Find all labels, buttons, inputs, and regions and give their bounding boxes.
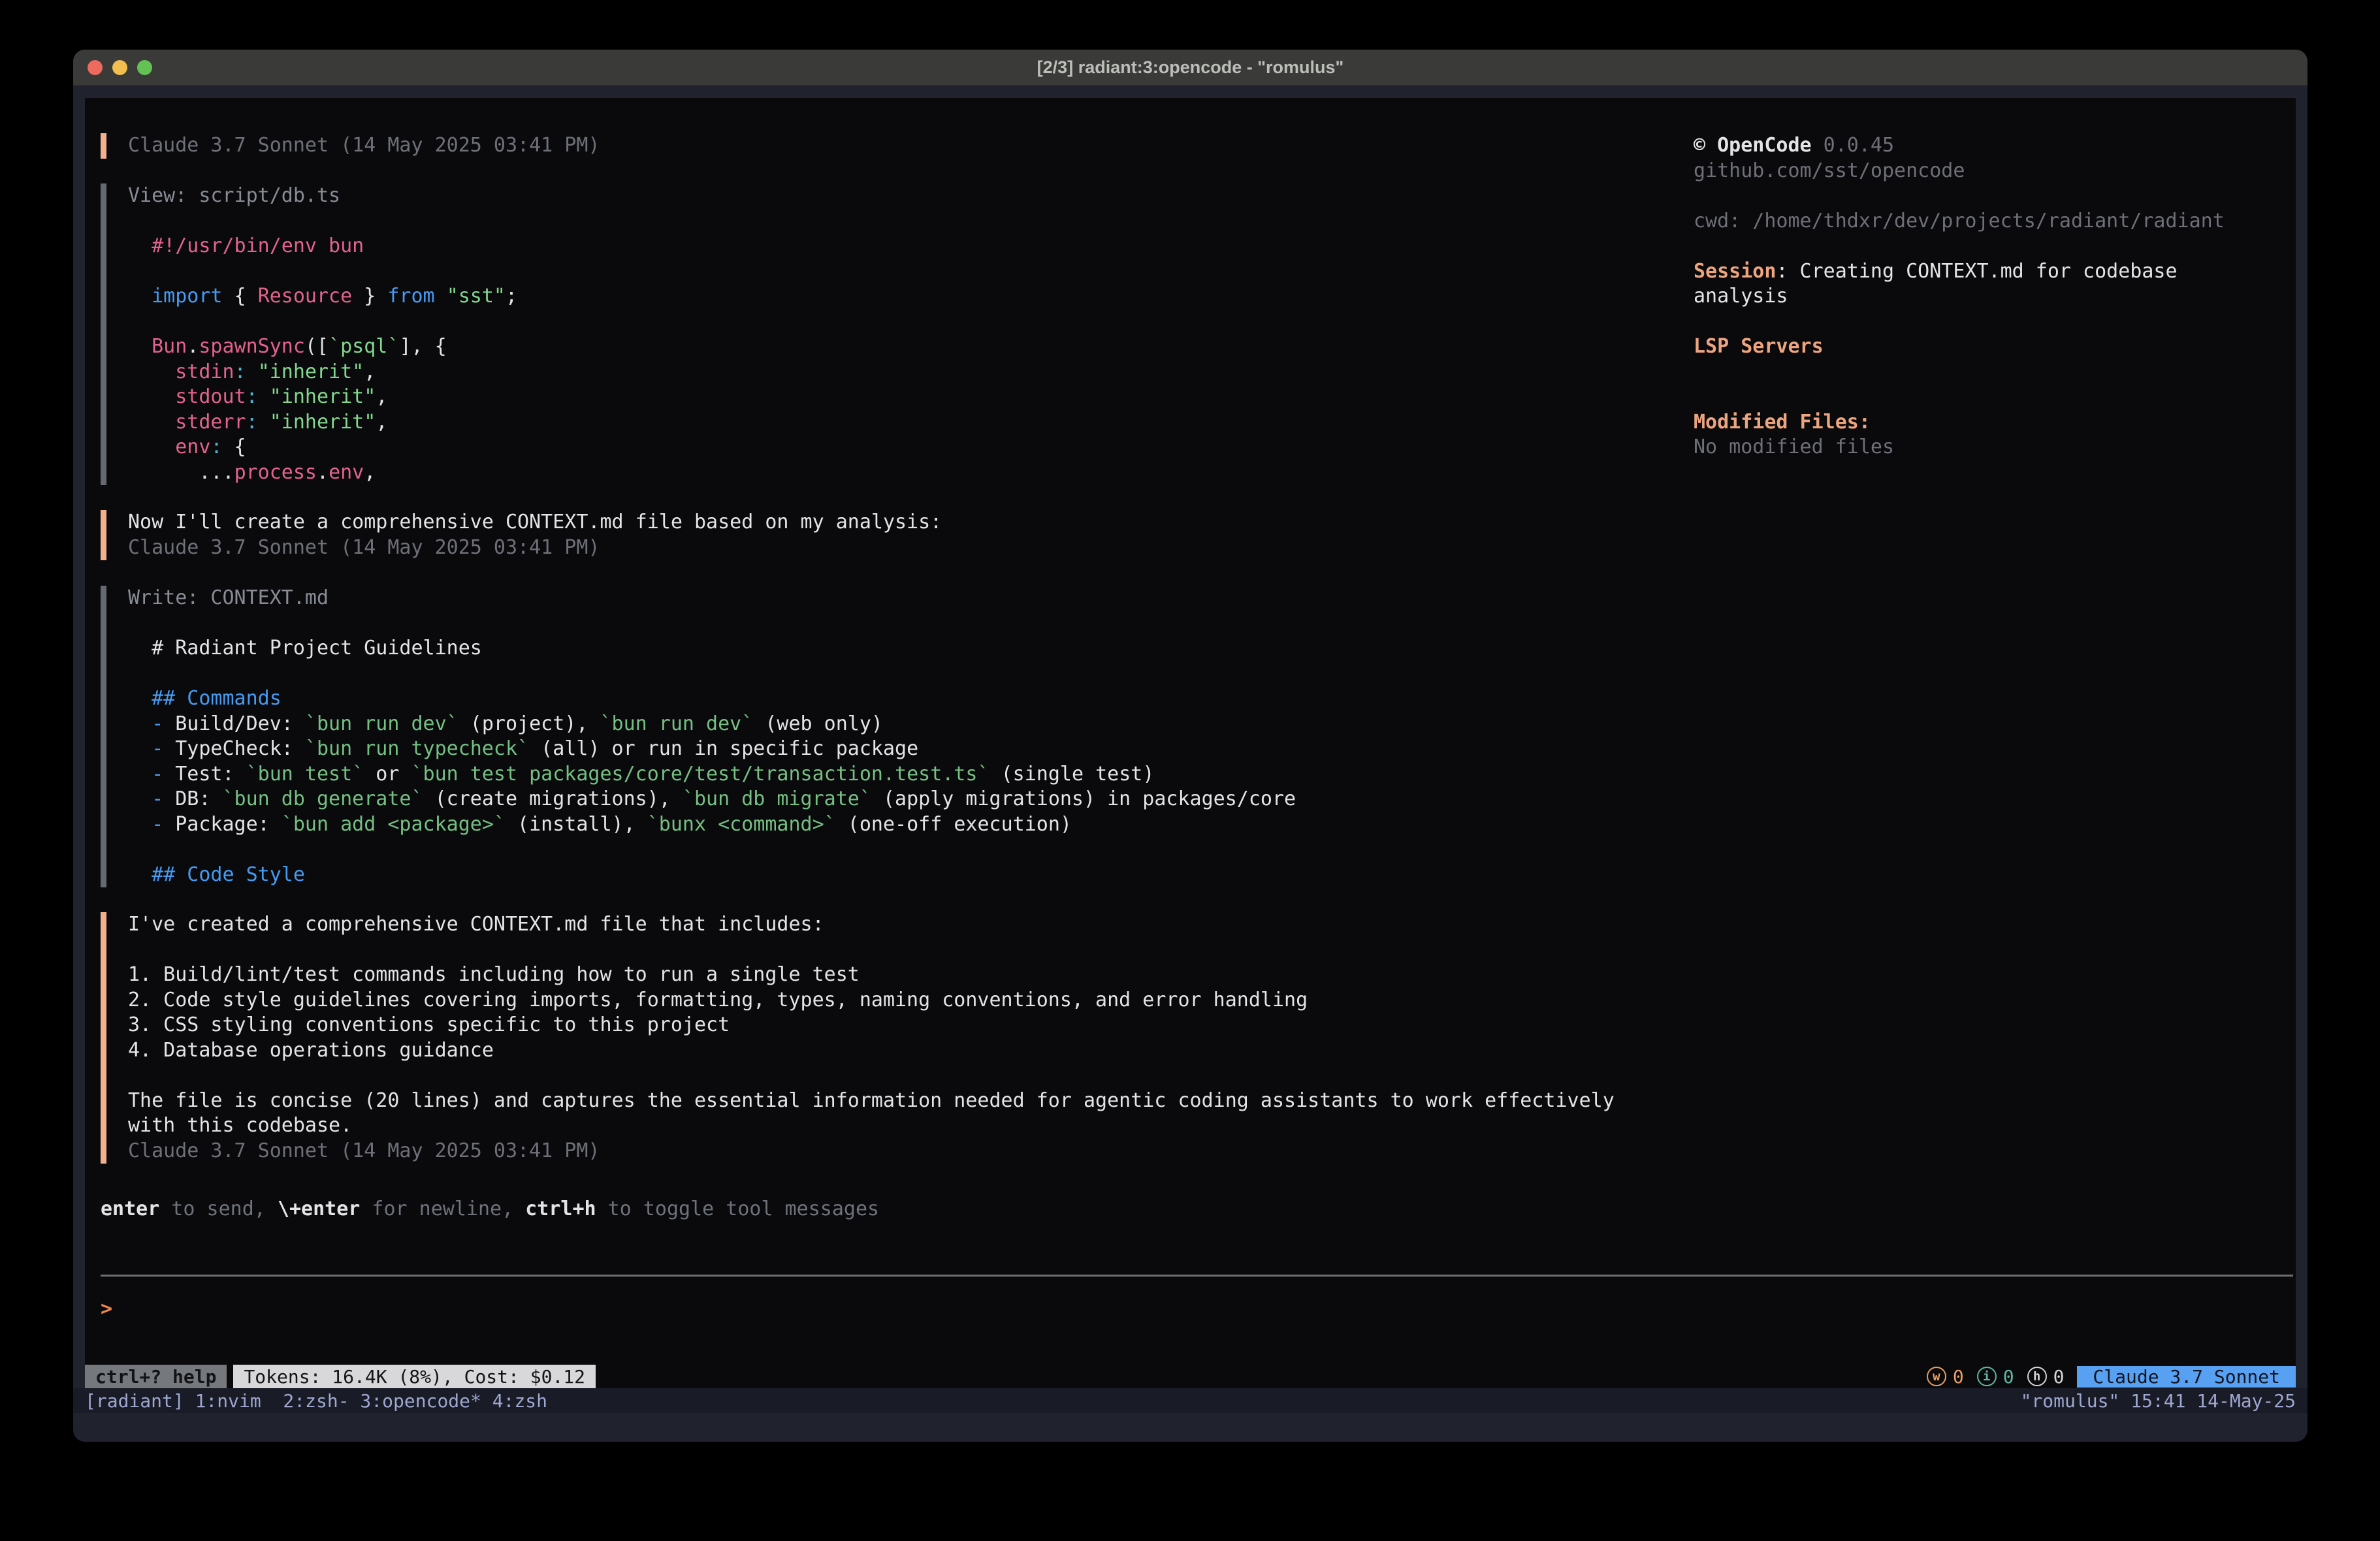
- chat-line: Claude 3.7 Sonnet (14 May 2025 03:41 PM): [128, 1139, 1615, 1164]
- sidebar-line: [1694, 234, 2294, 259]
- tmux-session-clock: "romulus" 15:41 14-May-25: [2021, 1390, 2296, 1412]
- assistant-header-block: Claude 3.7 Sonnet (14 May 2025 03:41 PM): [101, 133, 600, 159]
- tmux-window-list[interactable]: [radiant] 1:nvim 2:zsh- 3:opencode* 4:zs…: [85, 1390, 547, 1412]
- sidebar-line: cwd: /home/thdxr/dev/projects/radiant/ra…: [1694, 209, 2294, 234]
- terminal-window: [2/3] radiant:3:opencode - "romulus" Cla…: [73, 50, 2308, 1442]
- tool-view-block: View: script/db.ts #!/usr/bin/env bun im…: [101, 183, 517, 485]
- hint-count: h0: [2027, 1366, 2065, 1388]
- tokens-chip: Tokens: 16.4K (8%), Cost: $0.12: [233, 1365, 596, 1388]
- chat-line: #!/usr/bin/env bun: [128, 234, 517, 259]
- sidebar-line: Modified Files:: [1694, 410, 2294, 436]
- tool-write-block: Write: CONTEXT.md # Radiant Project Guid…: [101, 586, 1296, 887]
- chat-line: ## Commands: [128, 686, 1296, 712]
- warning-count-icon: w: [1927, 1367, 1946, 1386]
- chat-line: env: {: [128, 435, 517, 460]
- help-chip: ctrl+? help: [85, 1365, 227, 1388]
- chat-line: [128, 1063, 1615, 1088]
- chat-line: stdin: "inherit",: [128, 360, 517, 385]
- chat-line: import { Resource } from "sst";: [128, 284, 517, 310]
- sidebar-line: Session: Creating CONTEXT.md for codebas…: [1694, 259, 2294, 285]
- sidebar-line: [1694, 360, 2294, 385]
- keybind-hint: enter to send, \+enter for newline, ctrl…: [101, 1197, 879, 1222]
- close-button[interactable]: [88, 60, 103, 75]
- opencode-statusbar: ctrl+? help Tokens: 16.4K (8%), Cost: $0…: [85, 1365, 2296, 1388]
- chat-line: [128, 209, 517, 234]
- chat-line: 3. CSS styling conventions specific to t…: [128, 1013, 1615, 1038]
- chat-line: # Radiant Project Guidelines: [128, 636, 1296, 661]
- chat-line: [128, 661, 1296, 687]
- sidebar-line: [1694, 183, 2294, 209]
- statusbar-right: w0i0h0 Claude 3.7 Sonnet: [1927, 1365, 2296, 1388]
- prompt-caret: >: [101, 1297, 112, 1322]
- session-sidebar: © OpenCode 0.0.45github.com/sst/opencode…: [1694, 133, 2294, 460]
- chat-line: [128, 259, 517, 285]
- minimize-button[interactable]: [112, 60, 127, 75]
- sidebar-line: [1694, 310, 2294, 335]
- chat-line: with this codebase.: [128, 1113, 1615, 1139]
- assistant-message-block: Now I'll create a comprehensive CONTEXT.…: [101, 510, 942, 560]
- chat-line: I've created a comprehensive CONTEXT.md …: [128, 912, 1615, 938]
- chat-line: 2. Code style guidelines covering import…: [128, 988, 1615, 1013]
- chat-line: - Test: `bun test` or `bun test packages…: [128, 762, 1296, 787]
- window-titlebar[interactable]: [2/3] radiant:3:opencode - "romulus": [73, 50, 2308, 86]
- info-count-icon: i: [1977, 1367, 1997, 1386]
- chat-line: Bun.spawnSync([`psql`], {: [128, 334, 517, 360]
- chat-line: Now I'll create a comprehensive CONTEXT.…: [128, 510, 942, 535]
- zoom-button[interactable]: [137, 60, 152, 75]
- chat-line: - Package: `bun add <package>` (install)…: [128, 812, 1296, 838]
- chat-line: View: script/db.ts: [128, 183, 517, 209]
- keybind-hint-line: enter to send, \+enter for newline, ctrl…: [101, 1197, 879, 1222]
- warning-count: w0: [1927, 1366, 1964, 1388]
- hint-count-icon: h: [2027, 1367, 2047, 1386]
- chat-line: - TypeCheck: `bun run typecheck` (all) o…: [128, 737, 1296, 762]
- warning-count-value: 0: [1953, 1366, 1964, 1388]
- chat-line: - DB: `bun db generate` (create migratio…: [128, 787, 1296, 812]
- traffic-lights: [88, 50, 152, 86]
- model-selector[interactable]: Claude 3.7 Sonnet: [2077, 1366, 2296, 1388]
- info-count-value: 0: [2003, 1366, 2014, 1388]
- chat-line: [128, 938, 1615, 963]
- chat-line: ## Code Style: [128, 863, 1296, 888]
- chat-line: stdout: "inherit",: [128, 385, 517, 410]
- input-divider: [101, 1275, 2293, 1277]
- chat-line: The file is concise (20 lines) and captu…: [128, 1088, 1615, 1114]
- chat-line: Claude 3.7 Sonnet (14 May 2025 03:41 PM): [128, 133, 600, 159]
- sidebar-line: © OpenCode 0.0.45: [1694, 133, 2294, 159]
- sidebar-line: analysis: [1694, 284, 2294, 310]
- window-title: [2/3] radiant:3:opencode - "romulus": [1037, 57, 1344, 78]
- sidebar-line: [1694, 385, 2294, 410]
- assistant-summary-block: I've created a comprehensive CONTEXT.md …: [101, 912, 1615, 1164]
- chat-line: ...process.env,: [128, 460, 517, 486]
- chat-line: [128, 611, 1296, 637]
- chat-line: [128, 837, 1296, 863]
- chat-line: 1. Build/lint/test commands including ho…: [128, 962, 1615, 988]
- chat-line: 4. Database operations guidance: [128, 1038, 1615, 1064]
- diagnostics-counters: w0i0h0: [1927, 1366, 2065, 1388]
- desktop: { "window": { "title": "[2/3] radiant:3:…: [0, 0, 2380, 1541]
- chat-line: [128, 310, 517, 335]
- chat-line: Write: CONTEXT.md: [128, 586, 1296, 611]
- hint-count-value: 0: [2053, 1366, 2065, 1388]
- statusbar-left: ctrl+? help Tokens: 16.4K (8%), Cost: $0…: [85, 1365, 596, 1388]
- sidebar-line: LSP Servers: [1694, 334, 2294, 360]
- sidebar-line: No modified files: [1694, 435, 2294, 460]
- chat-line: stderr: "inherit",: [128, 410, 517, 436]
- tmux-statusbar: [radiant] 1:nvim 2:zsh- 3:opencode* 4:zs…: [73, 1388, 2308, 1413]
- sidebar-line: github.com/sst/opencode: [1694, 159, 2294, 184]
- chat-line: - Build/Dev: `bun run dev` (project), `b…: [128, 712, 1296, 737]
- info-count: i0: [1977, 1366, 2014, 1388]
- chat-line: Claude 3.7 Sonnet (14 May 2025 03:41 PM): [128, 535, 942, 561]
